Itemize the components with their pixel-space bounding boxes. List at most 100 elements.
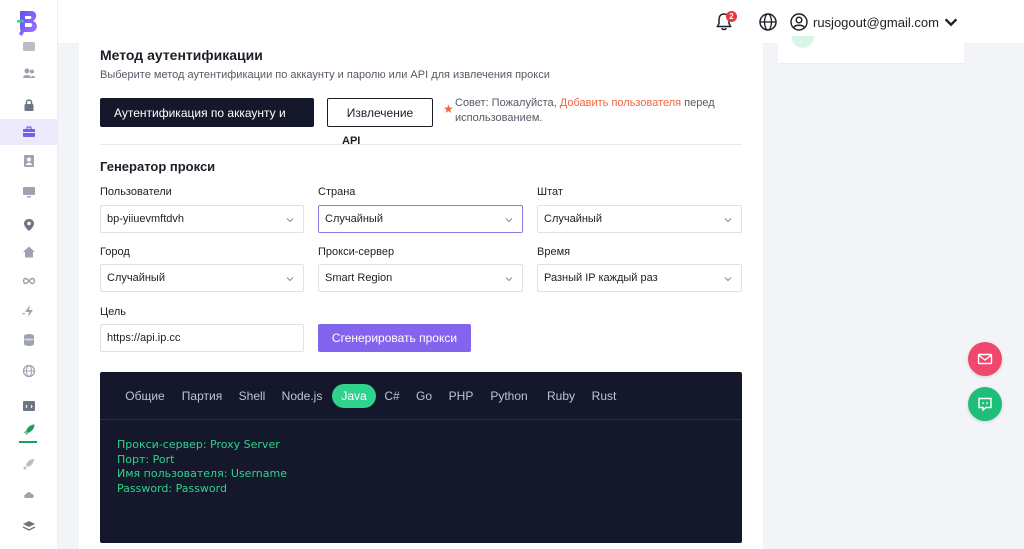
- proxy-server-label: Прокси-сервер: [318, 246, 395, 258]
- status-dot: [792, 36, 814, 48]
- proxy-server-select[interactable]: Smart Region: [318, 264, 523, 292]
- code-output: Прокси-сервер: Proxy Server Порт: Port И…: [117, 438, 287, 496]
- code-line: Порт: Port: [117, 452, 175, 466]
- language-globe-icon[interactable]: [758, 12, 778, 32]
- sidebar-item-layers[interactable]: [0, 513, 58, 539]
- city-select[interactable]: Случайный: [100, 264, 304, 292]
- target-input[interactable]: https://api.ip.cc: [100, 324, 304, 352]
- sidebar-item-briefcase[interactable]: [0, 119, 58, 145]
- users-label: Пользователи: [100, 186, 172, 198]
- code-line: Имя пользователя: Username: [117, 467, 287, 480]
- country-select[interactable]: Случайный: [318, 205, 523, 233]
- time-select-value: Разный IP каждый раз: [544, 272, 658, 284]
- tab-nodejs[interactable]: Node.js: [278, 384, 326, 408]
- section-divider: [100, 144, 742, 145]
- rocket-icon: [23, 424, 35, 436]
- tab-go[interactable]: Go: [412, 384, 436, 408]
- sidebar-item-code[interactable]: [0, 393, 58, 419]
- sidebar-item-users[interactable]: [0, 60, 58, 86]
- sidebar: [0, 0, 58, 549]
- users-select[interactable]: bp-yiiuevmftdvh: [100, 205, 304, 233]
- sidebar-item-location[interactable]: [0, 212, 58, 238]
- auth-method-subtitle: Выберите метод аутентификации по аккаунт…: [100, 69, 550, 81]
- chat-fab-button[interactable]: [968, 387, 1002, 421]
- sidebar-item-rocket[interactable]: [0, 417, 58, 443]
- tab-shell[interactable]: Shell: [234, 384, 270, 408]
- tab-java[interactable]: Java: [332, 384, 376, 408]
- sidebar-item-cloud[interactable]: [0, 481, 58, 507]
- tab-csharp[interactable]: C#: [380, 384, 404, 408]
- layers-icon: [22, 521, 36, 531]
- state-label: Штат: [537, 186, 563, 198]
- folder-icon: [23, 42, 35, 51]
- chevron-down-icon: [286, 218, 294, 223]
- tab-python[interactable]: Python: [486, 384, 532, 408]
- code-line: Password: Password: [117, 481, 227, 495]
- country-label: Страна: [318, 186, 356, 198]
- tab-php[interactable]: PHP: [446, 384, 476, 408]
- sidebar-item-database[interactable]: [0, 327, 58, 353]
- api-extract-label-suffix: API: [342, 135, 361, 147]
- sidebar-item-contacts[interactable]: [0, 148, 58, 174]
- tip-star-icon: ★: [443, 102, 454, 116]
- proxy-server-select-value: Smart Region: [325, 272, 393, 284]
- sidebar-item-speed[interactable]: [0, 298, 58, 324]
- sidebar-item-global[interactable]: [0, 358, 58, 384]
- chevron-down-icon: [286, 277, 294, 282]
- cloud-icon: [24, 492, 34, 498]
- chevron-down-icon: [505, 218, 513, 223]
- mail-icon: [977, 353, 993, 365]
- lightning-icon: [22, 305, 33, 317]
- active-indicator: [19, 441, 37, 443]
- user-menu[interactable]: rusjogout@gmail.com: [790, 12, 965, 32]
- home-icon: [23, 246, 35, 258]
- api-extract-button[interactable]: Извлечение: [327, 98, 433, 127]
- tab-batch[interactable]: Партия: [176, 384, 228, 408]
- city-select-value: Случайный: [107, 272, 165, 284]
- sidebar-item-monitor[interactable]: [0, 179, 58, 205]
- tab-ruby[interactable]: Ruby: [542, 384, 580, 408]
- sidebar-item-folder[interactable]: [0, 33, 58, 59]
- account-auth-button[interactable]: Аутентификация по аккаунту и: [100, 98, 314, 127]
- briefcase-icon: [23, 126, 35, 137]
- code-line: Прокси-сервер: Proxy Server: [117, 438, 280, 451]
- users-icon: [23, 68, 35, 78]
- infinity-icon: [22, 277, 36, 285]
- lock-icon: [24, 99, 34, 111]
- code-window-icon: [23, 401, 35, 411]
- contact-card-icon: [24, 155, 34, 167]
- tab-general[interactable]: Общие: [120, 384, 170, 408]
- language-tabs: Общие Партия Shell Node.js Java C# Go PH…: [100, 372, 742, 420]
- mail-fab-button[interactable]: [968, 342, 1002, 376]
- users-select-value: bp-yiiuevmftdvh: [107, 213, 185, 225]
- target-input-value: https://api.ip.cc: [107, 332, 181, 344]
- tip-prefix: Совет: Пожалуйста,: [455, 97, 557, 109]
- proxy-generator-title: Генератор прокси: [100, 159, 216, 174]
- proxy-settings-card: Метод аутентификации Выберите метод ауте…: [79, 36, 763, 549]
- state-select[interactable]: Случайный: [537, 205, 742, 233]
- time-label: Время: [537, 246, 571, 258]
- sidebar-item-home[interactable]: [0, 239, 58, 265]
- user-email: rusjogout@gmail.com: [813, 14, 939, 30]
- time-select[interactable]: Разный IP каждый раз: [537, 264, 742, 292]
- monitor-icon: [23, 187, 35, 198]
- sidebar-item-lock[interactable]: [0, 92, 58, 118]
- chat-icon: [978, 397, 992, 412]
- notification-badge: 2: [726, 11, 737, 22]
- state-select-value: Случайный: [544, 213, 602, 225]
- chevron-down-icon: [724, 277, 732, 282]
- generate-proxy-button[interactable]: Сгенерировать прокси: [318, 324, 471, 352]
- city-label: Город: [100, 246, 130, 258]
- sidebar-item-satellite[interactable]: [0, 451, 58, 477]
- chevron-down-icon: [505, 277, 513, 282]
- chevron-down-icon: [724, 218, 732, 223]
- chevron-down-icon: [944, 18, 958, 27]
- tab-rust[interactable]: Rust: [588, 384, 620, 408]
- add-user-link[interactable]: Добавить пользователя: [560, 97, 681, 109]
- right-info-card: [778, 36, 964, 64]
- sidebar-item-infinity[interactable]: [0, 268, 58, 294]
- database-icon: [24, 334, 34, 346]
- location-pin-icon: [24, 219, 34, 231]
- country-select-value: Случайный: [325, 213, 383, 225]
- tip-text: Совет: Пожалуйста, Добавить пользователя…: [455, 96, 755, 126]
